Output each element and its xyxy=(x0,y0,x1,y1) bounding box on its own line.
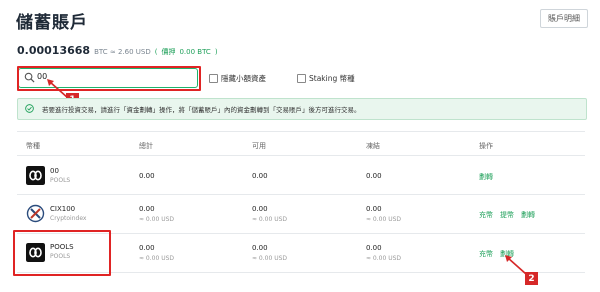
header-coin: 幣種 xyxy=(26,142,40,150)
table-row: 00 POOLS 0.00 0.00 0.00 劃轉 xyxy=(17,156,585,194)
available-value: 0.00 xyxy=(252,244,268,252)
transfer-button[interactable]: 劃轉 xyxy=(479,172,493,182)
balance-amount: 0.00013668 xyxy=(17,44,91,57)
available-usd: ≈ 0.00 USD xyxy=(252,255,288,262)
header-frozen: 凍結 xyxy=(366,142,380,150)
info-notice: 若要進行投資交易，請進行「資金劃轉」操作，將「儲蓄賬戶」內的資金劃轉到「交易賬戶… xyxy=(17,98,587,120)
pools-row-highlight-box xyxy=(13,230,111,276)
header-available: 可用 xyxy=(252,142,266,150)
table-top-divider xyxy=(17,131,585,132)
locked-open-paren: ( xyxy=(154,48,158,56)
check-circle-icon xyxy=(25,104,34,113)
locked-value: 0.00 BTC xyxy=(179,48,211,56)
frozen-value: 0.00 xyxy=(366,172,382,180)
frozen-usd: ≈ 0.00 USD xyxy=(366,255,402,262)
available-usd: ≈ 0.00 USD xyxy=(252,216,288,223)
deposit-button[interactable]: 充幣 xyxy=(479,249,493,259)
pools-logo-icon xyxy=(26,166,45,185)
total-value: 0.00 xyxy=(139,172,155,180)
coin-code: 00 xyxy=(50,167,59,175)
hide-small-assets-checkbox[interactable] xyxy=(209,74,218,83)
header-total: 總計 xyxy=(139,142,153,150)
account-details-button[interactable]: 賬戶明細 xyxy=(540,9,588,28)
available-value: 0.00 xyxy=(252,172,268,180)
annotation-badge-2: 2 xyxy=(525,272,538,285)
available-value: 0.00 xyxy=(252,205,268,213)
deposit-button[interactable]: 充幣 xyxy=(479,210,493,220)
search-highlight-box xyxy=(17,66,201,91)
coin-name: Cryptoindex xyxy=(50,215,87,222)
staking-label: Staking 幣種 xyxy=(309,74,355,83)
total-usd: ≈ 0.00 USD xyxy=(139,216,175,223)
balance-summary: 0.00013668 BTC ≈ 2.60 USD (價押 0.00 BTC) xyxy=(17,44,218,57)
staking-checkbox[interactable] xyxy=(297,74,306,83)
frozen-usd: ≈ 0.00 USD xyxy=(366,216,402,223)
frozen-value: 0.00 xyxy=(366,205,382,213)
total-usd: ≈ 0.00 USD xyxy=(139,255,175,262)
cix100-logo-icon xyxy=(26,204,45,223)
total-value: 0.00 xyxy=(139,205,155,213)
locked-close-paren: ) xyxy=(214,48,218,56)
coin-code: CIX100 xyxy=(50,205,76,213)
withdraw-button[interactable]: 提幣 xyxy=(500,210,514,220)
page-title: 儲蓄賬戶 xyxy=(16,13,88,33)
notice-text: 若要進行投資交易，請進行「資金劃轉」操作，將「儲蓄賬戶」內的資金劃轉到「交易賬戶… xyxy=(42,106,361,114)
transfer-button[interactable]: 劃轉 xyxy=(521,210,535,220)
locked-label[interactable]: 價押 xyxy=(161,47,175,57)
total-value: 0.00 xyxy=(139,244,155,252)
balance-usd: BTC ≈ 2.60 USD xyxy=(94,48,151,56)
table-row: CIX100 Cryptoindex 0.00 ≈ 0.00 USD 0.00 … xyxy=(17,195,585,233)
header-actions: 操作 xyxy=(479,142,493,150)
coin-name: POOLS xyxy=(50,177,71,184)
hide-small-assets-label: 隱藏小額資產 xyxy=(221,74,266,83)
frozen-value: 0.00 xyxy=(366,244,382,252)
